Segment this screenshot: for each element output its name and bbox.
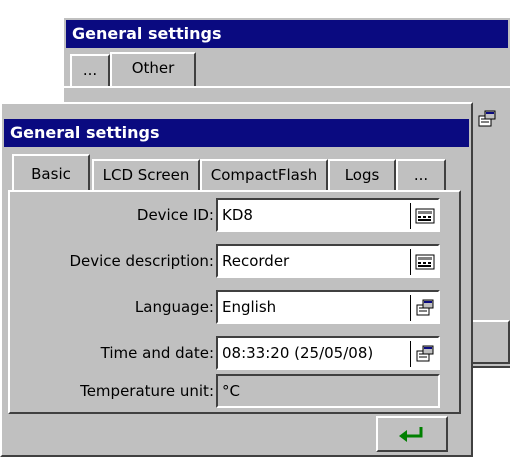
device-id-field[interactable]: KD8 xyxy=(216,198,440,232)
enter-button[interactable] xyxy=(376,416,448,452)
language-field[interactable]: English xyxy=(216,290,440,324)
time-and-date-value: 08:33:20 (25/05/08) xyxy=(222,344,374,362)
keyboard-icon[interactable] xyxy=(410,203,438,229)
back-window-title: General settings xyxy=(66,20,508,48)
back-panel-edge xyxy=(64,86,510,88)
basic-settings-panel: Device ID: KD8 Device description: Recor… xyxy=(8,190,461,414)
window-title: General settings xyxy=(4,119,469,147)
device-id-label: Device ID: xyxy=(136,206,214,224)
tab-lcd-screen[interactable]: LCD Screen xyxy=(92,159,200,191)
device-description-field[interactable]: Recorder xyxy=(216,244,440,278)
language-label: Language: xyxy=(134,298,214,316)
back-properties-icon[interactable] xyxy=(472,106,501,132)
settings-window: General settings Basic LCD Screen Compac… xyxy=(0,102,473,457)
tab-compactflash[interactable]: CompactFlash xyxy=(200,159,328,191)
tab-logs[interactable]: Logs xyxy=(328,159,396,191)
time-and-date-field[interactable]: 08:33:20 (25/05/08) xyxy=(216,336,440,370)
back-tab-other[interactable]: Other xyxy=(110,52,196,86)
tab-basic[interactable]: Basic xyxy=(12,154,90,190)
device-description-label: Device description: xyxy=(69,252,214,270)
enter-arrow-icon xyxy=(399,427,423,442)
keyboard-icon[interactable] xyxy=(410,249,438,275)
properties-icon[interactable] xyxy=(410,341,438,367)
temperature-unit-field: °C xyxy=(216,374,440,408)
temperature-unit-value: °C xyxy=(222,382,240,400)
temperature-unit-label: Temperature unit: xyxy=(80,382,214,400)
language-value: English xyxy=(222,298,277,316)
back-tab-more[interactable]: ... xyxy=(70,54,110,86)
tab-more[interactable]: ... xyxy=(396,159,446,191)
device-description-value: Recorder xyxy=(222,252,290,270)
device-id-value: KD8 xyxy=(222,206,253,224)
properties-icon[interactable] xyxy=(410,295,438,321)
time-and-date-label: Time and date: xyxy=(100,344,214,362)
